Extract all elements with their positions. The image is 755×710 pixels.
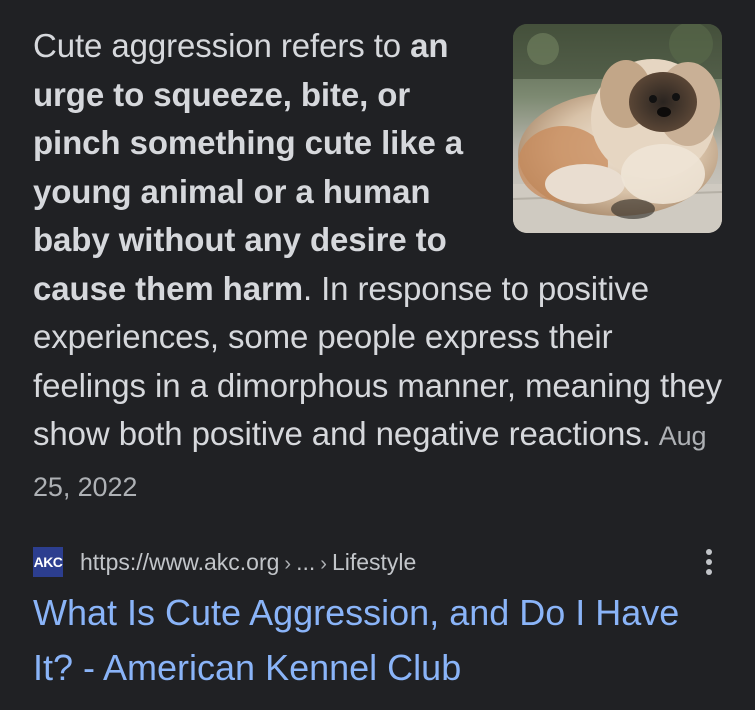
url-base: https://www.akc.org: [80, 548, 280, 575]
url-section: Lifestyle: [331, 548, 417, 575]
menu-dot: [706, 549, 712, 555]
url-ellipsis: ...: [296, 548, 316, 575]
snippet-prefix: Cute aggression refers to: [33, 27, 411, 64]
result-url[interactable]: https://www.akc.org ›... › Lifestyle: [80, 549, 416, 576]
url-separator: ›: [284, 552, 292, 575]
result-source[interactable]: AKC https://www.akc.org ›... › Lifestyle: [33, 545, 723, 579]
akc-favicon-icon: AKC: [33, 547, 63, 577]
pekingese-dog-photo-icon: [513, 24, 722, 233]
url-separator: ›: [320, 552, 327, 575]
menu-dot: [706, 559, 712, 565]
featured-snippet: Cute aggression refers to an urge to squ…: [33, 22, 723, 511]
result-title-link[interactable]: What Is Cute Aggression, and Do I Have I…: [33, 585, 723, 695]
dog-thumbnail-image[interactable]: [513, 24, 722, 233]
menu-dot: [706, 569, 712, 575]
more-vert-icon[interactable]: [697, 545, 721, 579]
snippet-highlight: an urge to squeeze, bite, or pinch somet…: [33, 27, 464, 307]
